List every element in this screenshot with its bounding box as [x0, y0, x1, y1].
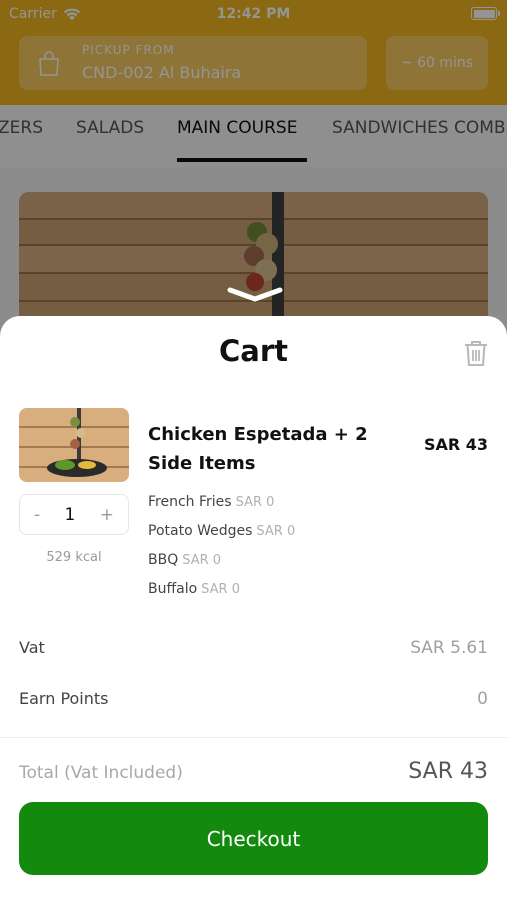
- increase-quantity-button[interactable]: +: [100, 505, 114, 525]
- checkout-label: Checkout: [206, 826, 301, 851]
- earn-points-value: 0: [477, 689, 488, 709]
- quantity-value: 1: [64, 504, 76, 525]
- cart-item-price: SAR 43: [423, 435, 488, 454]
- modifier-item: BBQ SAR 0: [148, 552, 221, 568]
- cart-sheet: Cart - 1 + 529 kcal Chicken Espetada + 2…: [0, 316, 507, 900]
- total-label: Total (Vat Included): [19, 763, 183, 783]
- modifier-price: SAR 0: [235, 495, 275, 510]
- modifier-price: SAR 0: [182, 553, 222, 568]
- divider: [0, 737, 507, 738]
- modifier-name: Buffalo: [148, 581, 198, 597]
- total-value: SAR 43: [408, 759, 488, 784]
- cart-item-image: [19, 408, 129, 482]
- vat-value: SAR 5.61: [410, 638, 488, 658]
- modifier-price: SAR 0: [256, 524, 296, 539]
- vat-label: Vat: [19, 638, 45, 657]
- cart-item-name: Chicken Espetada + 2 Side Items: [148, 424, 368, 474]
- cart-title: Cart: [218, 334, 289, 368]
- quantity-stepper: - 1 +: [19, 494, 129, 535]
- modifier-item: French Fries SAR 0: [148, 494, 274, 510]
- item-calories: 529 kcal: [46, 550, 102, 565]
- total-vat-note: (Vat Included): [64, 763, 183, 783]
- checkout-button[interactable]: Checkout: [19, 802, 488, 875]
- modifier-price: SAR 0: [201, 582, 240, 597]
- earn-points-label: Earn Points: [19, 689, 109, 708]
- modifier-name: French Fries: [148, 494, 232, 510]
- modifier-name: BBQ: [148, 552, 179, 568]
- modifier-item: Potato Wedges SAR 0: [148, 523, 295, 539]
- modifier-name: Potato Wedges: [148, 523, 253, 539]
- decrease-quantity-button[interactable]: -: [34, 505, 40, 525]
- modifier-item: Buffalo SAR 0: [148, 581, 240, 597]
- trash-icon[interactable]: [464, 340, 488, 367]
- chevron-down-icon[interactable]: [227, 286, 283, 304]
- total-label-text: Total: [19, 763, 59, 783]
- cart-item-photo: [19, 408, 129, 482]
